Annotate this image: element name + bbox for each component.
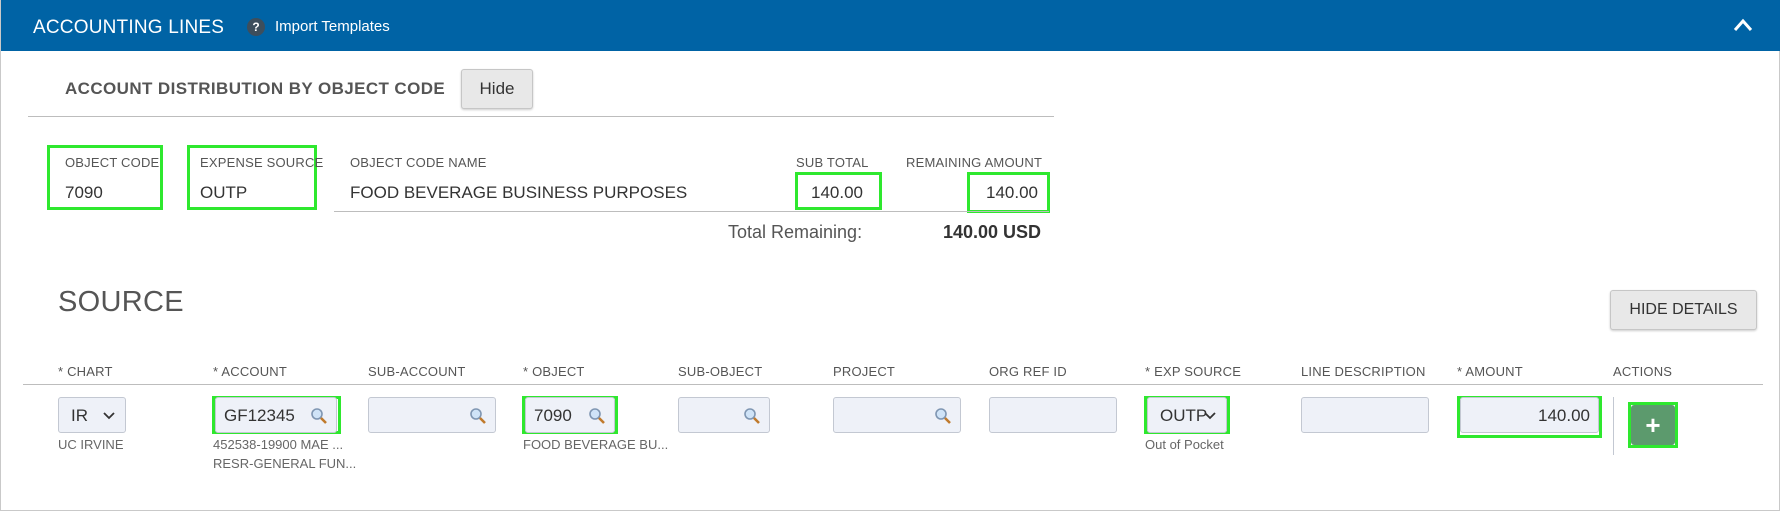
account-input[interactable]: GF12345 <box>215 397 337 433</box>
exp-source-select[interactable]: OUTP <box>1147 397 1227 433</box>
actions-divider <box>1613 397 1614 455</box>
import-templates-link[interactable]: Import Templates <box>275 18 390 35</box>
project-header: PROJECT <box>833 364 896 379</box>
source-divider <box>23 384 1763 385</box>
object-code-name-value: FOOD BEVERAGE BUSINESS PURPOSES <box>350 183 688 202</box>
hide-button[interactable]: Hide <box>461 69 533 109</box>
line-description-header: LINE DESCRIPTION <box>1301 364 1426 379</box>
search-icon[interactable] <box>743 407 761 425</box>
sub-account-input[interactable] <box>368 397 496 433</box>
account-input-value: GF12345 <box>224 406 295 425</box>
chevron-down-icon <box>103 412 115 420</box>
question-icon[interactable]: ? <box>247 18 265 36</box>
plus-icon: + <box>1645 410 1661 440</box>
exp-source-select-value: OUTP <box>1160 406 1208 425</box>
object-input[interactable]: 7090 <box>525 397 615 433</box>
divider <box>28 116 1054 117</box>
chevron-up-icon[interactable] <box>1731 16 1755 34</box>
row-divider <box>334 211 1049 212</box>
actions-header: ACTIONS <box>1613 364 1673 379</box>
accounting-lines-panel: ACCOUNTING LINES ? Import Templates ACCO… <box>0 0 1780 511</box>
account-header: * ACCOUNT <box>213 364 288 379</box>
object-code-name-header: OBJECT CODE NAME <box>350 155 487 170</box>
hide-details-button[interactable]: HIDE DETAILS <box>1610 290 1757 330</box>
org-ref-id-header: ORG REF ID <box>989 364 1067 379</box>
account-description-1: 452538-19900 MAE ... <box>213 437 344 452</box>
distribution-title: ACCOUNT DISTRIBUTION BY OBJECT CODE <box>65 79 446 98</box>
remaining-amount-header: REMAINING AMOUNT <box>906 155 1043 170</box>
total-remaining-value: 140.00 USD <box>942 222 1041 242</box>
chart-select-value: IR <box>71 406 88 425</box>
object-description: FOOD BEVERAGE BU... <box>523 437 669 452</box>
chevron-down-icon <box>1204 412 1216 420</box>
chart-select[interactable]: IR <box>58 397 126 433</box>
expense-source-header: EXPENSE SOURCE <box>200 155 324 170</box>
sub-total-value: 140.00 <box>811 183 863 202</box>
exp-source-description: Out of Pocket <box>1145 437 1224 452</box>
account-description-2: RESR-GENERAL FUN... <box>213 456 357 471</box>
object-input-value: 7090 <box>534 406 572 425</box>
org-ref-id-input[interactable] <box>989 397 1117 433</box>
sub-object-input[interactable] <box>678 397 770 433</box>
sub-object-header: SUB-OBJECT <box>678 364 763 379</box>
panel-header: ACCOUNTING LINES ? Import Templates <box>1 0 1780 51</box>
search-icon[interactable] <box>934 407 952 425</box>
expense-source-value: OUTP <box>200 183 248 202</box>
search-icon[interactable] <box>588 407 606 425</box>
chart-description: UC IRVINE <box>58 437 124 452</box>
chart-header: * CHART <box>58 364 113 379</box>
object-code-header: OBJECT CODE <box>65 155 160 170</box>
search-icon[interactable] <box>469 407 487 425</box>
sub-account-header: SUB-ACCOUNT <box>368 364 466 379</box>
amount-header: * AMOUNT <box>1457 364 1523 379</box>
project-input[interactable] <box>833 397 961 433</box>
search-icon[interactable] <box>310 407 328 425</box>
panel-title: ACCOUNTING LINES <box>33 17 225 38</box>
object-header: * OBJECT <box>523 364 585 379</box>
sub-total-header: SUB TOTAL <box>796 155 869 170</box>
amount-input[interactable]: 140.00 <box>1460 397 1599 433</box>
line-description-input[interactable] <box>1301 397 1429 433</box>
object-code-value: 7090 <box>65 183 103 202</box>
total-remaining-label: Total Remaining: <box>728 222 863 242</box>
amount-input-value: 140.00 <box>1538 406 1590 425</box>
remaining-amount-value: 140.00 <box>986 183 1038 202</box>
source-title: SOURCE <box>58 286 184 318</box>
add-line-button[interactable]: + <box>1631 405 1675 445</box>
exp-source-header: * EXP SOURCE <box>1145 364 1242 379</box>
